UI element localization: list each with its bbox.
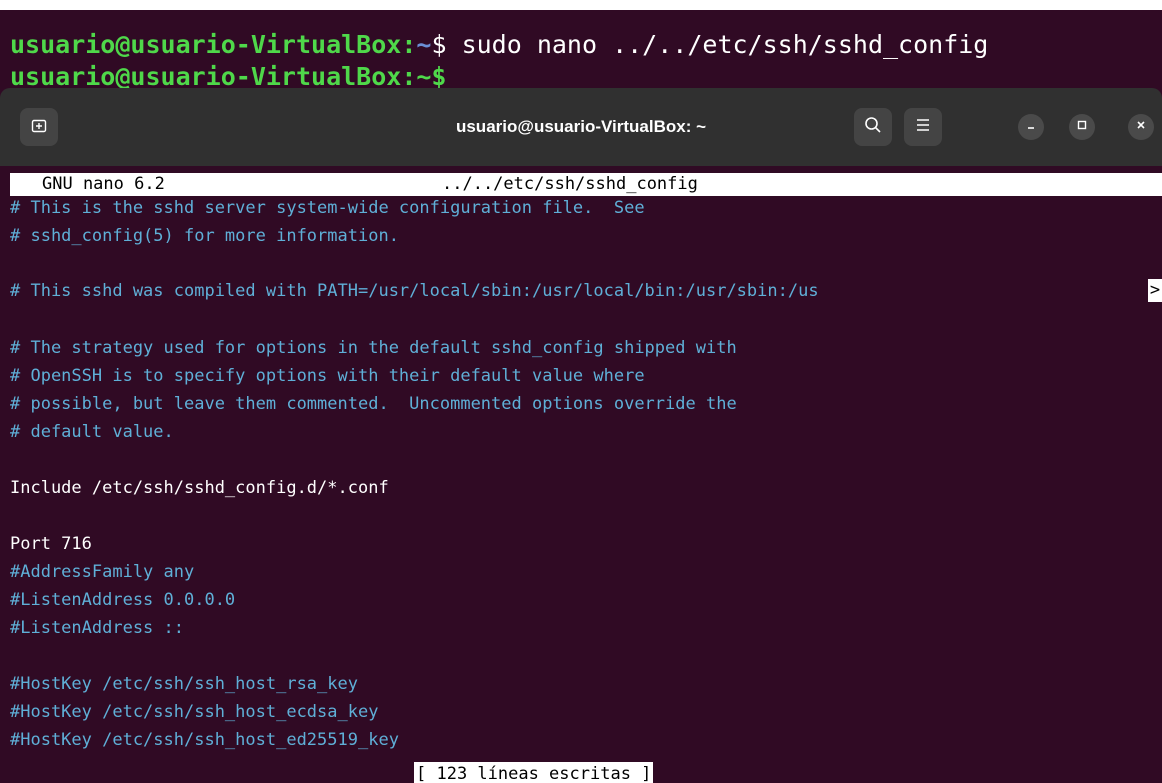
file-line-7: # OpenSSH is to specify options with the… bbox=[10, 366, 645, 386]
nano-editor[interactable]: GNU nano 6.2 ../../etc/ssh/sshd_config #… bbox=[0, 166, 1162, 783]
terminal-window: usuario@usuario-VirtualBox: ~ GNU nano 6… bbox=[0, 88, 1162, 783]
menu-button[interactable] bbox=[904, 108, 942, 146]
prompt-symbol: $ bbox=[431, 30, 447, 59]
nano-filename: ../../etc/ssh/sshd_config bbox=[442, 174, 698, 194]
typed-command: sudo nano ../../etc/ssh/sshd_config bbox=[446, 30, 989, 59]
close-button[interactable] bbox=[1128, 114, 1154, 140]
file-line-15: #ListenAddress 0.0.0.0 bbox=[10, 590, 236, 610]
window-title: usuario@usuario-VirtualBox: ~ bbox=[455, 117, 707, 136]
new-tab-icon bbox=[31, 117, 47, 138]
minimize-button[interactable] bbox=[1018, 114, 1044, 140]
file-line-19: #HostKey /etc/ssh/ssh_host_ecdsa_key bbox=[10, 702, 379, 722]
line-overflow-marker: > bbox=[1148, 279, 1162, 302]
file-line-1: # This is the sshd server system-wide co… bbox=[10, 198, 645, 218]
nano-header-bar: GNU nano 6.2 ../../etc/ssh/sshd_config bbox=[10, 173, 1162, 196]
file-line-9: # default value. bbox=[10, 422, 174, 442]
nano-status-message: [ 123 líneas escritas ] bbox=[414, 762, 654, 783]
minimize-icon bbox=[1025, 118, 1037, 136]
prompt-user: usuario@usuario-VirtualBox: bbox=[10, 30, 417, 59]
search-icon bbox=[864, 116, 882, 139]
search-button[interactable] bbox=[854, 108, 892, 146]
prompt-path: ~ bbox=[416, 30, 432, 59]
file-line-16: #ListenAddress :: bbox=[10, 618, 184, 638]
maximize-button[interactable] bbox=[1069, 114, 1095, 140]
maximize-icon bbox=[1076, 118, 1088, 136]
new-tab-button[interactable] bbox=[20, 108, 58, 146]
file-line-14: #AddressFamily any bbox=[10, 562, 195, 582]
background-prompt-line: usuario@usuario-VirtualBox:~$ bbox=[10, 62, 447, 91]
file-line-11: Include /etc/ssh/sshd_config.d/*.conf bbox=[10, 478, 389, 498]
nano-version: GNU nano 6.2 bbox=[42, 174, 165, 194]
title-bar[interactable]: usuario@usuario-VirtualBox: ~ bbox=[0, 88, 1162, 166]
file-line-4: # This sshd was compiled with PATH=/usr/… bbox=[10, 281, 819, 301]
desktop-screen: usuario@usuario-VirtualBox:~$ sudo nano … bbox=[0, 0, 1162, 783]
file-line-8: # possible, but leave them commented. Un… bbox=[10, 394, 737, 414]
file-line-20: #HostKey /etc/ssh/ssh_host_ed25519_key bbox=[10, 730, 399, 750]
file-line-13: Port 716 bbox=[10, 534, 92, 554]
file-line-6: # The strategy used for options in the d… bbox=[10, 338, 737, 358]
file-line-2: # sshd_config(5) for more information. bbox=[10, 226, 399, 246]
hamburger-menu-icon bbox=[915, 118, 931, 137]
close-icon bbox=[1135, 118, 1147, 136]
file-line-18: #HostKey /etc/ssh/ssh_host_rsa_key bbox=[10, 674, 358, 694]
background-command-line: usuario@usuario-VirtualBox:~$ sudo nano … bbox=[10, 30, 988, 59]
